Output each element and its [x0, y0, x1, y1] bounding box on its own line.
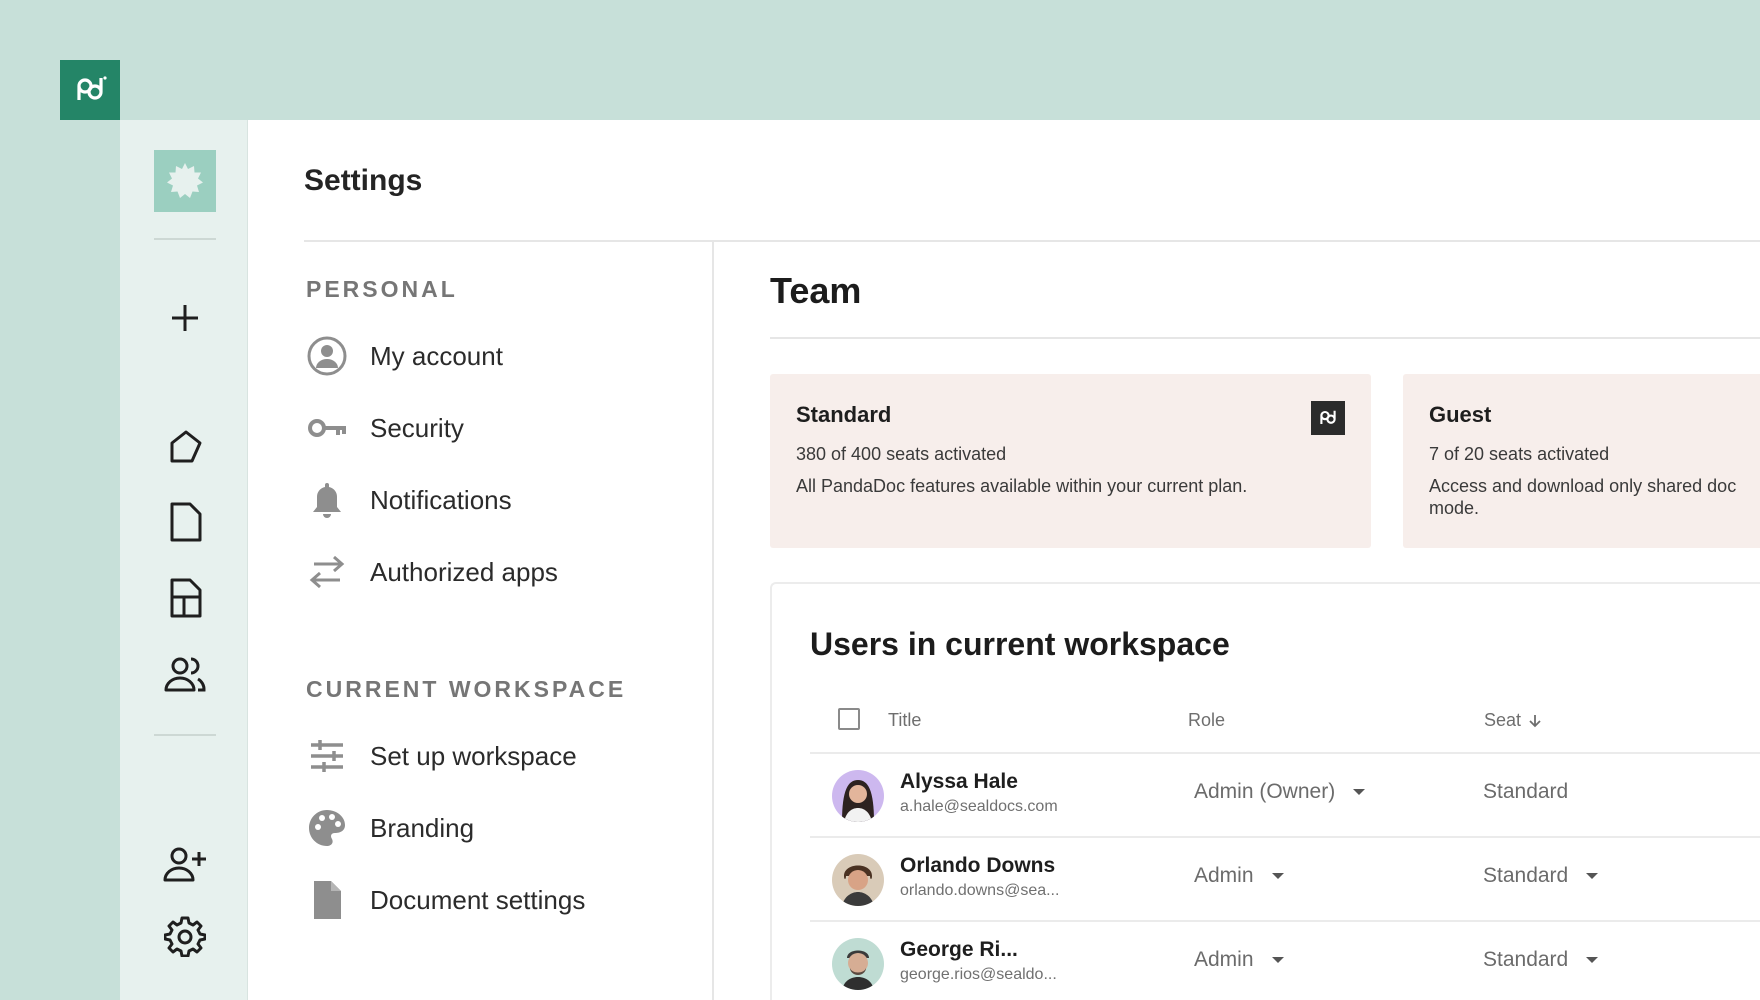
avatar	[832, 854, 884, 906]
avatar	[832, 938, 884, 990]
user-email: a.hale@sealdocs.com	[900, 798, 1058, 815]
nav-label: Set up workspace	[370, 740, 577, 771]
header-divider	[304, 240, 1760, 242]
add-user-icon	[163, 847, 206, 882]
contacts-button[interactable]	[154, 648, 216, 700]
page-title: Settings	[304, 164, 423, 197]
invite-user-button[interactable]	[154, 838, 216, 890]
plus-icon	[172, 305, 198, 331]
account-icon	[306, 335, 348, 377]
user-name: Orlando Downs	[900, 854, 1056, 877]
user-name: George Ri...	[900, 938, 1018, 961]
plan-description: All PandaDoc features available within y…	[796, 476, 1248, 496]
home-button[interactable]	[154, 420, 216, 472]
table-row[interactable]: George Ri... george.rios@sealdo... Admin…	[810, 922, 1760, 1000]
team-title: Team	[770, 270, 862, 311]
users-card: Users in current workspace Title Role Se…	[770, 582, 1760, 1000]
plan-seats: 7 of 20 seats activated	[1429, 444, 1610, 464]
main-panel: Settings PERSONAL My account Security No…	[248, 120, 1760, 1000]
role-value: Admin	[1194, 948, 1254, 971]
pd-logo-icon	[77, 76, 107, 100]
nav-item-branding[interactable]: Branding	[306, 804, 474, 852]
role-dropdown[interactable]: Admin	[1194, 948, 1284, 972]
palette-icon	[306, 807, 348, 849]
workspace-heading: CURRENT WORKSPACE	[306, 676, 627, 702]
nav-item-authorized-apps[interactable]: Authorized apps	[306, 548, 558, 596]
team-divider	[770, 337, 1760, 339]
nav-item-notifications[interactable]: Notifications	[306, 476, 512, 524]
seat-label: Standard	[1483, 864, 1569, 887]
nav-item-security[interactable]: Security	[306, 404, 464, 452]
plan-name: Guest	[1429, 402, 1492, 427]
plan-card-standard: Standard 380 of 400 seats activated All …	[770, 374, 1371, 548]
table-row[interactable]: Orlando Downs orlando.downs@sea... Admin…	[810, 838, 1760, 922]
arrows-icon	[306, 551, 348, 593]
bell-icon	[306, 479, 348, 521]
user-email: orlando.downs@sea...	[900, 882, 1060, 899]
plan-card-guest: Guest 7 of 20 seats activated Access and…	[1403, 374, 1760, 548]
seat-label: Standard	[1483, 948, 1569, 971]
column-seat[interactable]: Seat	[1484, 710, 1543, 731]
plan-seats: 380 of 400 seats activated	[796, 444, 1007, 464]
column-role[interactable]: Role	[1188, 710, 1225, 731]
template-icon	[170, 578, 202, 618]
templates-button[interactable]	[154, 572, 216, 624]
gear-icon	[164, 916, 206, 957]
role-value: Admin (Owner)	[1194, 780, 1336, 803]
plan-description: Access and download only shared doc mode…	[1429, 476, 1737, 518]
plan-name: Standard	[796, 402, 892, 427]
user-email: george.rios@sealdo...	[900, 966, 1057, 983]
seat-dropdown[interactable]: Standard	[1483, 948, 1599, 972]
users-title: Users in current workspace	[810, 626, 1230, 662]
nav-item-document-settings[interactable]: Document settings	[306, 876, 585, 924]
people-icon	[164, 657, 206, 692]
seat-value: Standard	[1483, 780, 1568, 804]
icon-rail	[120, 120, 248, 1000]
pandadoc-badge-icon	[1311, 401, 1345, 435]
rail-divider	[154, 238, 216, 240]
role-dropdown[interactable]: Admin	[1194, 864, 1284, 888]
file-icon	[306, 879, 348, 921]
pandadoc-logo[interactable]	[60, 60, 120, 120]
key-icon	[306, 407, 348, 449]
nav-label: Authorized apps	[370, 556, 558, 587]
role-dropdown[interactable]: Admin (Owner)	[1194, 780, 1366, 804]
chevron-down-icon	[1586, 957, 1599, 963]
nav-item-set-up-workspace[interactable]: Set up workspace	[306, 732, 577, 780]
nav-label: Security	[370, 412, 464, 443]
nav-item-my-account[interactable]: My account	[306, 332, 503, 380]
workspace-seal-icon	[167, 163, 203, 198]
sliders-icon	[306, 735, 348, 777]
chevron-down-icon	[1586, 873, 1599, 879]
nav-label: Branding	[370, 812, 475, 843]
seat-label: Standard	[1483, 780, 1569, 803]
role-value: Admin	[1194, 864, 1254, 887]
documents-button[interactable]	[154, 496, 216, 548]
home-icon	[170, 430, 202, 463]
nav-label: Document settings	[370, 884, 586, 915]
personal-heading: PERSONAL	[306, 276, 458, 302]
avatar	[832, 770, 884, 822]
column-seat-label: Seat	[1484, 710, 1522, 730]
nav-label: Notifications	[370, 484, 512, 515]
user-name: Alyssa Hale	[900, 770, 1018, 793]
workspace-avatar[interactable]	[154, 150, 216, 212]
settings-button[interactable]	[154, 910, 216, 962]
chevron-down-icon	[1353, 789, 1366, 795]
table-row[interactable]: Alyssa Hale a.hale@sealdocs.com Admin (O…	[810, 754, 1760, 838]
document-icon	[170, 502, 202, 542]
chevron-down-icon	[1271, 873, 1284, 879]
select-all-checkbox[interactable]	[838, 708, 860, 730]
sort-down-icon	[1529, 714, 1541, 727]
nav-label: My account	[370, 340, 503, 371]
column-title[interactable]: Title	[888, 710, 921, 731]
create-button[interactable]	[154, 292, 216, 344]
nav-divider	[712, 241, 714, 1000]
chevron-down-icon	[1271, 957, 1284, 963]
seat-dropdown[interactable]: Standard	[1483, 864, 1599, 888]
rail-divider	[154, 734, 216, 736]
